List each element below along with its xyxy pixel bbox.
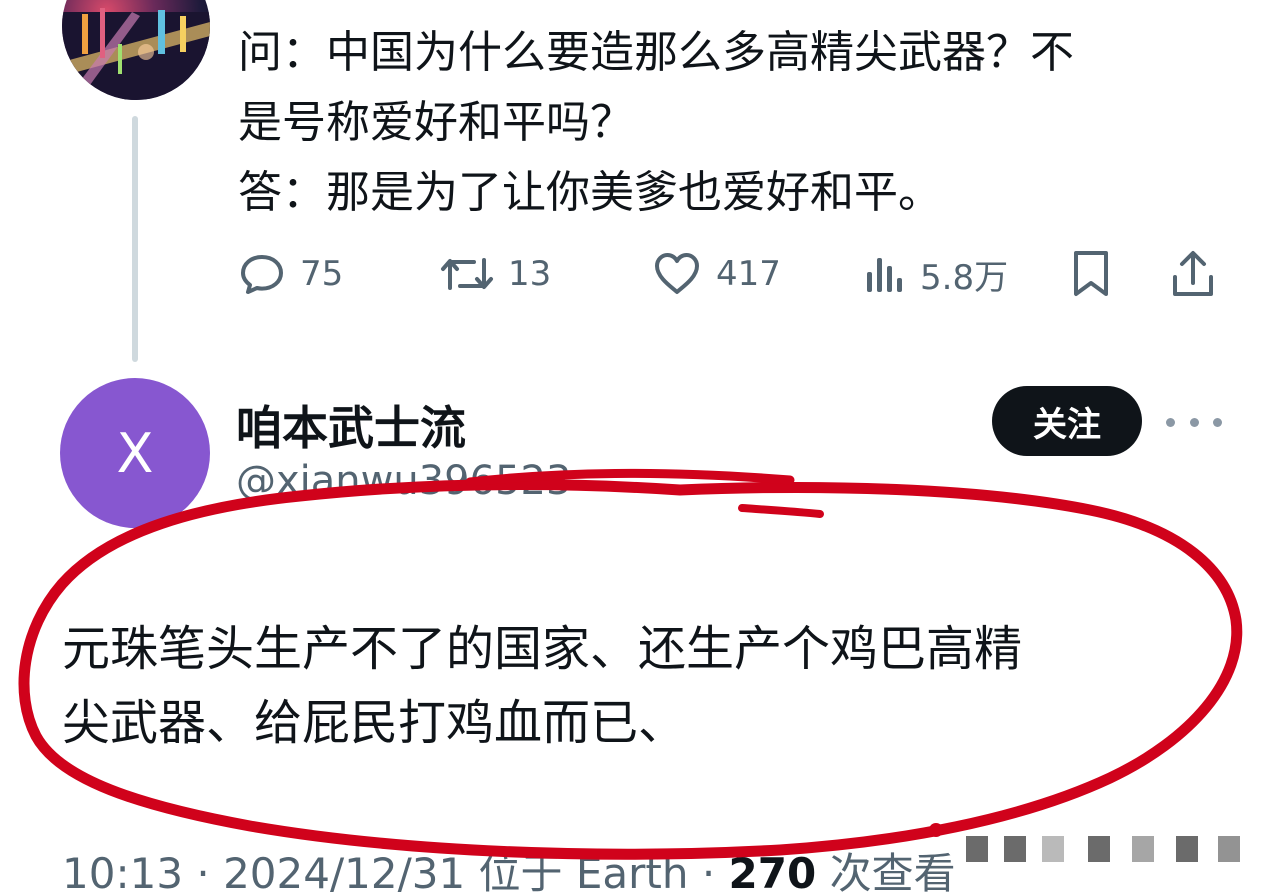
parent-tweet-line: 问：中国为什么要造那么多高精尖武器？不 <box>238 27 1074 78</box>
repost-icon <box>441 258 493 290</box>
views-action[interactable]: 5.8万 <box>864 246 1008 302</box>
reply-tweet-text: 元珠笔头生产不了的国家、还生产个鸡巴高精 尖武器、给屁民打鸡血而已、 <box>62 612 1222 760</box>
parent-tweet-line: 是号称爱好和平吗？ <box>238 97 634 148</box>
parent-tweet-text: 问：中国为什么要造那么多高精尖武器？不 是号称爱好和平吗？ 答：那是为了让你美爹… <box>238 18 1238 228</box>
screenshot: 问：中国为什么要造那么多高精尖武器？不 是号称爱好和平吗？ 答：那是为了让你美爹… <box>0 0 1280 896</box>
city-night-image <box>62 8 210 100</box>
reply-count: 75 <box>300 254 344 294</box>
share-icon <box>1173 251 1213 296</box>
more-dot <box>1213 417 1222 427</box>
repost-count: 13 <box>508 254 552 294</box>
timestamp-time[interactable]: 10:13 · 2024/12/31 位于 Earth · <box>62 849 729 896</box>
tweet-timestamp: 10:13 · 2024/12/31 位于 Earth · 270 次查看 <box>62 840 956 896</box>
reply-avatar[interactable]: X <box>60 378 210 528</box>
watermark <box>956 836 1256 872</box>
parent-tweet-line: 答：那是为了让你美爹也爱好和平。 <box>238 167 942 218</box>
timestamp-view-count: 270 <box>728 849 817 896</box>
reply-display-name[interactable]: 咱本武士流 <box>236 392 466 458</box>
bookmark-icon <box>1074 251 1108 296</box>
like-count: 417 <box>716 254 781 294</box>
bar-chart-icon <box>867 258 902 292</box>
reply-action[interactable]: 75 <box>238 246 343 302</box>
share-action[interactable] <box>1170 246 1216 302</box>
parent-avatar[interactable] <box>62 0 210 100</box>
reply-tweet-line: 尖武器、给屁民打鸡血而已、 <box>62 695 687 751</box>
more-dot <box>1189 417 1199 427</box>
more-dots-icon[interactable] <box>1166 404 1222 440</box>
repost-action[interactable]: 13 <box>440 246 551 302</box>
reply-tweet-line: 元珠笔头生产不了的国家、还生产个鸡巴高精 <box>62 621 1023 677</box>
like-action[interactable]: 417 <box>652 246 781 302</box>
heart-icon <box>655 253 699 294</box>
tweet-action-bar: 75 13 417 5.8万 <box>238 246 1228 302</box>
avatar-letter: X <box>116 421 154 485</box>
more-dot <box>1166 417 1175 427</box>
follow-button[interactable]: 关注 <box>992 386 1142 456</box>
comment-icon <box>241 255 283 294</box>
view-count: 5.8万 <box>920 257 1009 298</box>
thread-connector-line <box>132 116 138 362</box>
bookmark-action[interactable] <box>1070 246 1112 302</box>
timestamp-view-suffix: 次查看 <box>816 849 956 896</box>
reply-handle[interactable]: @xianwu396523 <box>236 458 571 504</box>
